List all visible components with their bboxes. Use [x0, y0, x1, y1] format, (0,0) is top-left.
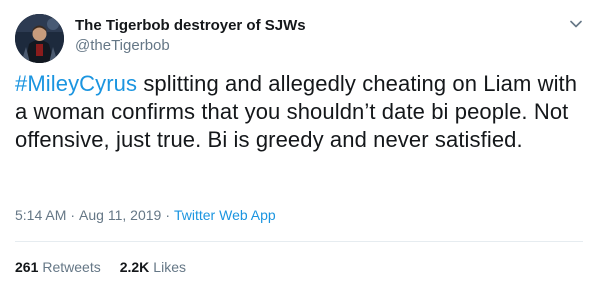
source-link[interactable]: Twitter Web App — [174, 207, 276, 223]
retweets-count: 261 — [15, 259, 39, 275]
tweet-time[interactable]: 5:14 AM — [15, 207, 66, 223]
display-name[interactable]: The Tigerbob destroyer of SJWs — [75, 17, 306, 34]
retweets-stat[interactable]: 261 Retweets — [15, 259, 101, 275]
separator: · — [70, 207, 76, 223]
user-handle[interactable]: @theTigerbob — [75, 37, 170, 54]
likes-label: Likes — [153, 259, 186, 275]
likes-stat[interactable]: 2.2K Likes — [120, 259, 186, 275]
avatar-image — [15, 14, 64, 63]
tweet-text: #MileyCyrus splitting and allegedly chea… — [15, 70, 585, 154]
separator: · — [165, 207, 170, 223]
divider — [15, 241, 583, 242]
avatar[interactable] — [15, 14, 64, 63]
chevron-down-icon — [570, 20, 582, 28]
tweet-metadata: 5:14 AM · Aug 11, 2019 · Twitter Web App — [15, 207, 276, 223]
retweets-label: Retweets — [42, 259, 101, 275]
hashtag-link[interactable]: #MileyCyrus — [15, 71, 137, 96]
engagement-stats: 261 Retweets 2.2K Likes — [15, 259, 205, 275]
tweet-card: The Tigerbob destroyer of SJWs @theTiger… — [0, 0, 598, 287]
likes-count: 2.2K — [119, 259, 150, 275]
tweet-options-button[interactable] — [566, 14, 586, 34]
tweet-date[interactable]: Aug 11, 2019 — [79, 207, 161, 223]
